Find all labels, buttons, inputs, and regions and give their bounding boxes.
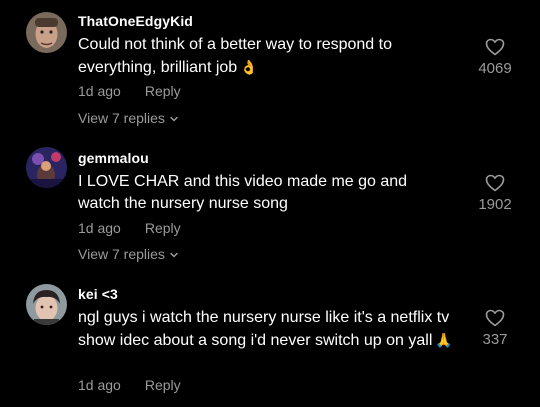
comment-text-body: ngl guys i watch the nursery nurse like … [78, 309, 450, 349]
like-button[interactable]: 1902 [465, 174, 525, 213]
like-button[interactable]: 337 [465, 309, 525, 348]
like-count: 1902 [478, 196, 512, 213]
avatar[interactable] [26, 12, 67, 53]
comment-text: Could not think of a better way to respo… [78, 34, 453, 79]
reply-button[interactable]: Reply [145, 83, 181, 99]
heart-outline-icon [465, 174, 525, 192]
heart-outline-icon [465, 309, 525, 327]
heart-outline-icon [465, 38, 525, 56]
view-replies-label: View 7 replies [78, 110, 165, 126]
comment-text: ngl guys i watch the nursery nurse like … [78, 307, 453, 352]
comment-text: I LOVE CHAR and this video made me go an… [78, 171, 453, 215]
comment-meta: 1d ago Reply [78, 83, 181, 99]
chevron-down-icon [169, 111, 179, 127]
like-count: 4069 [478, 60, 512, 77]
like-count: 337 [482, 331, 508, 348]
folded-hands-emoji: 🙏 [435, 332, 453, 348]
username[interactable]: kei <3 [78, 286, 118, 302]
comment-meta: 1d ago Reply [78, 377, 181, 393]
like-button[interactable]: 4069 [465, 38, 525, 77]
timestamp: 1d ago [78, 83, 121, 99]
reply-button[interactable]: Reply [145, 220, 181, 236]
view-replies-button[interactable]: View 7 replies [78, 246, 179, 263]
view-replies-button[interactable]: View 7 replies [78, 110, 179, 127]
username[interactable]: ThatOneEdgyKid [78, 13, 193, 29]
chevron-down-icon [169, 247, 179, 263]
comment-meta: 1d ago Reply [78, 220, 181, 236]
ok-hand-emoji: 👌 [240, 59, 258, 75]
timestamp: 1d ago [78, 220, 121, 236]
comment-text-body: Could not think of a better way to respo… [78, 36, 392, 76]
view-replies-label: View 7 replies [78, 246, 165, 262]
avatar[interactable] [26, 284, 67, 325]
comment-text-body: I LOVE CHAR and this video made me go an… [78, 173, 408, 212]
reply-button[interactable]: Reply [145, 377, 181, 393]
avatar[interactable] [26, 147, 67, 188]
username[interactable]: gemmalou [78, 150, 149, 166]
timestamp: 1d ago [78, 377, 121, 393]
